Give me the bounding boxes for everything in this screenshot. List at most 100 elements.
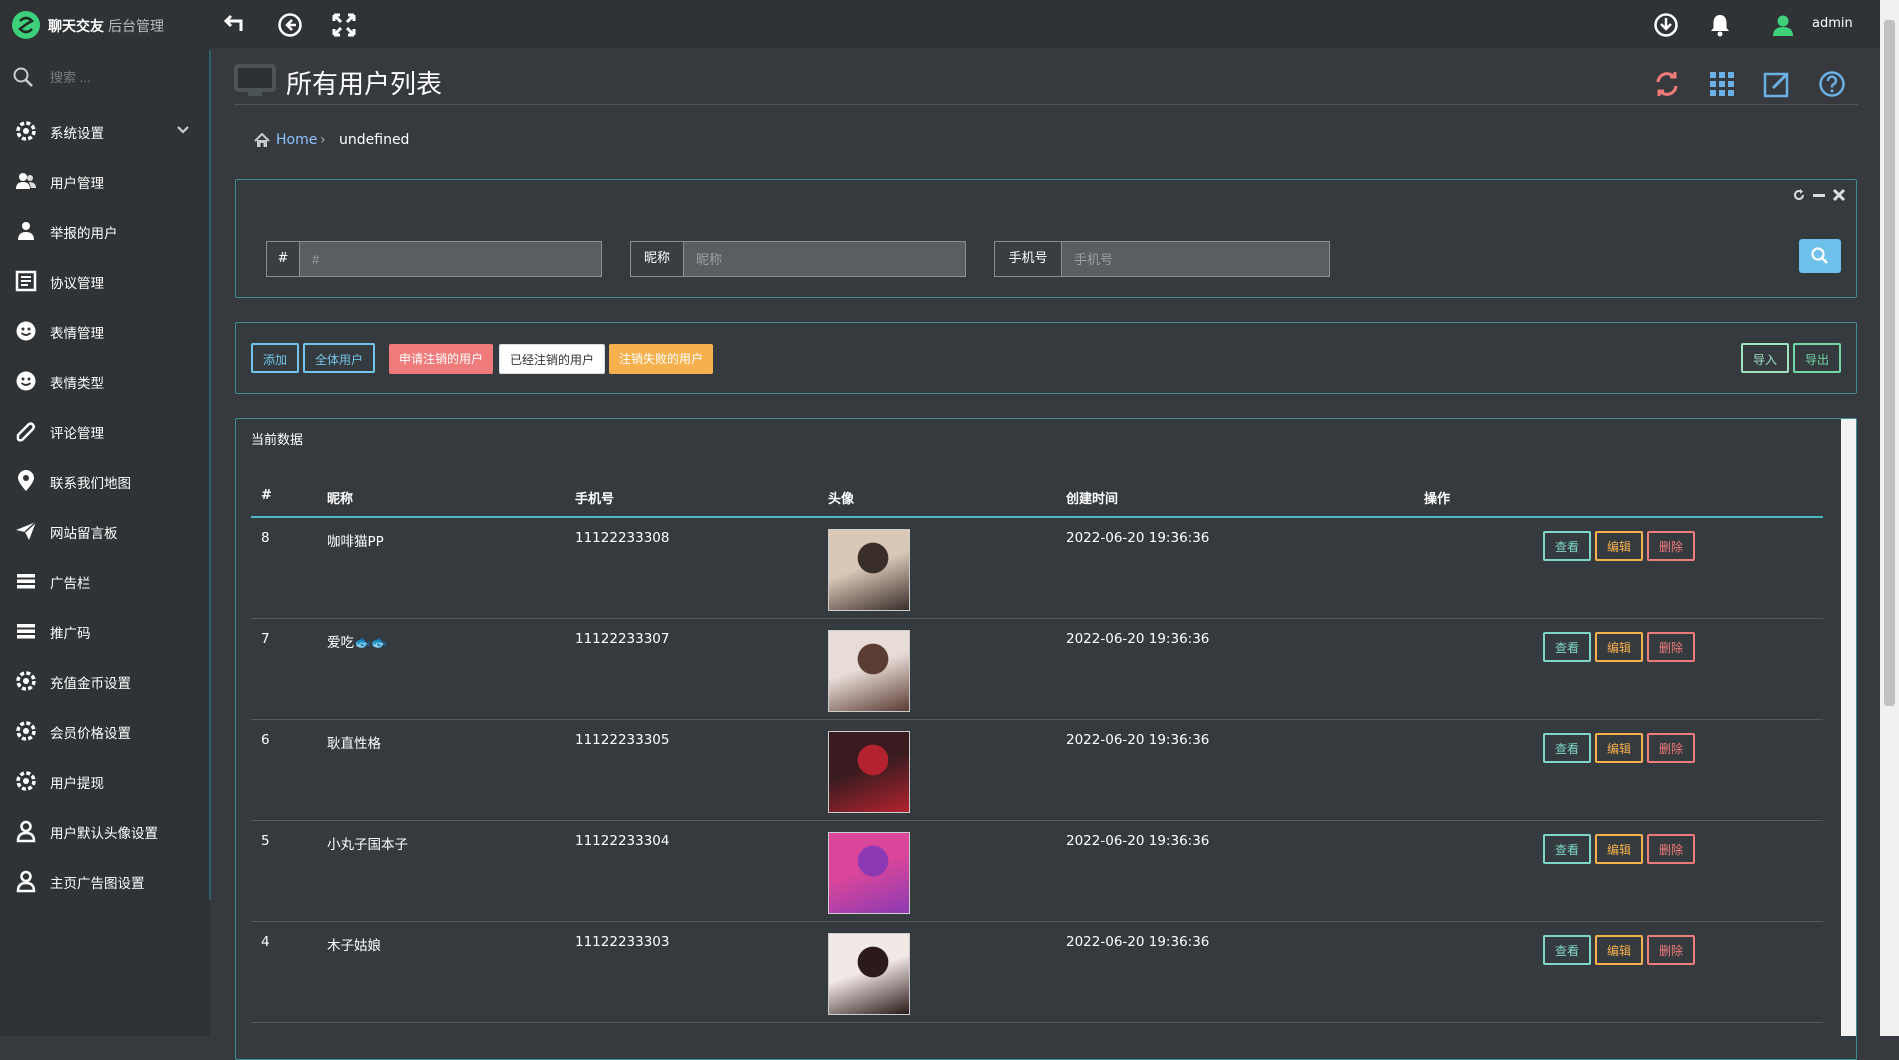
gear-icon <box>14 669 38 693</box>
avatar-image[interactable] <box>828 731 910 813</box>
sidebar-item[interactable]: 表情管理 <box>0 306 210 356</box>
import-button[interactable]: 导入 <box>1741 343 1790 373</box>
sidebar-item[interactable]: 充值金币设置 <box>0 656 210 706</box>
sidebar-item[interactable]: 用户提现 <box>0 756 210 806</box>
edit-button[interactable]: 编辑 <box>1595 733 1644 763</box>
avatar-image[interactable] <box>828 529 910 611</box>
document-icon <box>14 269 38 293</box>
column-header-created: 创建时间 <box>1066 492 1119 507</box>
row-created-time: 2022-06-20 19:36:36 <box>1066 530 1210 546</box>
edit-button[interactable]: 编辑 <box>1595 531 1644 561</box>
chevron-down-icon[interactable] <box>176 123 190 137</box>
user-icon <box>14 819 38 843</box>
row-id: 5 <box>261 833 270 849</box>
phone-filter-input[interactable] <box>1062 242 1328 276</box>
export-button[interactable]: 导出 <box>1793 343 1842 373</box>
page-title: 所有用户列表 <box>286 69 443 99</box>
sidebar-item[interactable]: 系统设置 <box>0 106 210 156</box>
sidebar-item[interactable]: 网站留言板 <box>0 506 210 556</box>
sidebar-item-label: 充值金币设置 <box>50 676 131 692</box>
gear-icon <box>14 119 38 143</box>
id-filter-label: # <box>267 242 300 276</box>
download-circle-icon[interactable] <box>1653 12 1679 38</box>
breadcrumb-home-link[interactable]: Home <box>276 132 317 148</box>
current-user-name[interactable]: admin <box>1812 16 1853 31</box>
monitor-icon <box>234 64 276 98</box>
paper-plane-icon <box>14 519 38 543</box>
row-created-time: 2022-06-20 19:36:36 <box>1066 732 1210 748</box>
sidebar-item[interactable]: 广告栏 <box>0 556 210 606</box>
sidebar-item[interactable]: 举报的用户 <box>0 206 210 256</box>
column-header-phone: 手机号 <box>575 492 615 507</box>
avatar-image[interactable] <box>828 933 910 1015</box>
page-scrollbar[interactable] <box>1880 0 1899 1036</box>
smile-icon <box>14 319 38 343</box>
smile-icon <box>14 369 38 393</box>
row-nickname: 耿直性格 <box>327 736 381 752</box>
panel-close-icon[interactable] <box>1832 188 1846 202</box>
delete-button[interactable]: 删除 <box>1647 733 1696 763</box>
nickname-filter-input[interactable] <box>684 242 964 276</box>
view-button[interactable]: 查看 <box>1543 834 1592 864</box>
edit-button[interactable]: 编辑 <box>1595 632 1644 662</box>
sidebar-item-label: 用户管理 <box>50 176 104 192</box>
edit-icon[interactable] <box>1763 70 1791 98</box>
page-scrollbar-thumb[interactable] <box>1884 20 1895 706</box>
filter-panel <box>235 179 1857 298</box>
delete-button[interactable]: 删除 <box>1647 632 1696 662</box>
view-button[interactable]: 查看 <box>1543 531 1592 561</box>
sidebar-item[interactable]: 主页广告图设置 <box>0 856 210 906</box>
apply-cancel-users-button[interactable]: 申请注销的用户 <box>389 344 494 374</box>
avatar-image[interactable] <box>828 630 910 712</box>
all-users-button[interactable]: 全体用户 <box>303 343 376 373</box>
sidebar-search-input[interactable] <box>48 64 192 90</box>
delete-button[interactable]: 删除 <box>1647 834 1696 864</box>
view-button[interactable]: 查看 <box>1543 733 1592 763</box>
sidebar-item-label: 广告栏 <box>50 576 91 592</box>
sidebar-item[interactable]: 评论管理 <box>0 406 210 456</box>
comment-icon <box>14 419 38 443</box>
back-arrow-icon[interactable] <box>222 12 248 38</box>
search-button[interactable] <box>1799 239 1841 273</box>
sidebar-item[interactable]: 会员价格设置 <box>0 706 210 756</box>
help-icon[interactable] <box>1818 70 1846 98</box>
row-phone: 11122233304 <box>575 833 670 849</box>
bell-icon[interactable] <box>1707 12 1733 38</box>
edit-button[interactable]: 编辑 <box>1595 834 1644 864</box>
view-button[interactable]: 查看 <box>1543 632 1592 662</box>
sidebar-item[interactable]: 表情类型 <box>0 356 210 406</box>
delete-button[interactable]: 删除 <box>1647 531 1696 561</box>
sidebar-item[interactable]: 联系我们地图 <box>0 456 210 506</box>
avatar-image[interactable] <box>828 832 910 914</box>
cancel-failed-users-button[interactable]: 注销失败的用户 <box>609 344 714 374</box>
id-filter-input[interactable] <box>300 242 600 276</box>
users-icon <box>14 169 38 193</box>
delete-button[interactable]: 删除 <box>1647 935 1696 965</box>
cancelled-users-button[interactable]: 已经注销的用户 <box>499 344 606 374</box>
column-header-nickname: 昵称 <box>327 492 354 507</box>
sidebar-item-label: 举报的用户 <box>50 226 118 242</box>
table-row: 4 木子姑娘 11122233303 2022-06-20 19:36:36 查看 编辑删… <box>251 922 1823 1023</box>
user-icon[interactable] <box>1770 12 1796 38</box>
list-icon <box>14 569 38 593</box>
add-button[interactable]: 添加 <box>251 343 300 373</box>
edit-button[interactable]: 编辑 <box>1595 935 1644 965</box>
row-phone: 11122233303 <box>575 934 670 950</box>
sidebar-item[interactable]: 协议管理 <box>0 256 210 306</box>
panel-refresh-icon[interactable] <box>1792 188 1806 202</box>
sidebar: 系统设置用户管理举报的用户协议管理表情管理表情类型评论管理联系我们地图网站留言板… <box>0 48 210 1036</box>
grid-icon[interactable] <box>1708 70 1736 98</box>
fullscreen-icon[interactable] <box>331 12 357 38</box>
panel-collapse-icon[interactable] <box>1812 188 1826 202</box>
circle-left-icon[interactable] <box>277 12 303 38</box>
sidebar-item[interactable]: 用户默认头像设置 <box>0 806 210 856</box>
sidebar-item[interactable]: 用户管理 <box>0 156 210 206</box>
refresh-icon[interactable] <box>1653 70 1681 98</box>
row-created-time: 2022-06-20 19:36:36 <box>1066 934 1210 950</box>
view-button[interactable]: 查看 <box>1543 935 1592 965</box>
sidebar-search <box>12 62 202 90</box>
sidebar-item-label: 用户提现 <box>50 776 104 792</box>
table-scrollbar[interactable] <box>1841 419 1856 1036</box>
sidebar-item[interactable]: 推广码 <box>0 606 210 656</box>
column-header-actions: 操作 <box>1424 492 1451 507</box>
